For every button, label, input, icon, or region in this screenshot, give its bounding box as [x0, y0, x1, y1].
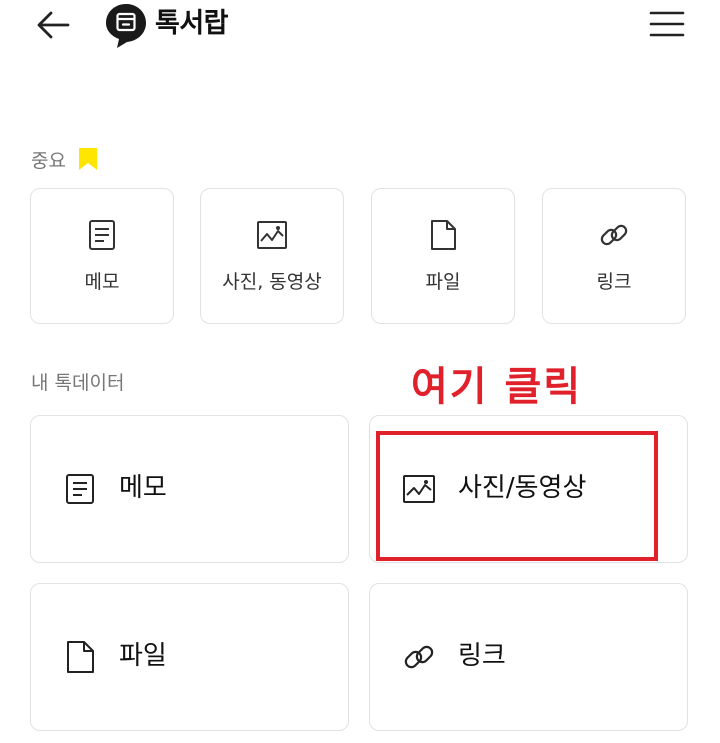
- my-data-section-label: 내 톡데이터: [31, 372, 125, 394]
- arrow-left-icon: [37, 11, 70, 39]
- annotation-highlight-box: [376, 431, 658, 561]
- card-label: 파일: [425, 271, 461, 293]
- memo-icon: [66, 474, 94, 504]
- card-label: 메모: [84, 271, 120, 293]
- important-section-label: 중요: [31, 150, 66, 172]
- important-link-card[interactable]: 링크: [542, 188, 686, 324]
- card-label: 링크: [596, 271, 632, 293]
- important-memo-card[interactable]: 메모: [30, 188, 174, 324]
- image-icon: [257, 221, 287, 249]
- important-file-card[interactable]: 파일: [371, 188, 515, 324]
- link-icon: [404, 645, 434, 669]
- back-button[interactable]: [28, 4, 78, 46]
- memo-icon: [89, 220, 115, 250]
- important-photo-video-card[interactable]: 사진, 동영상: [200, 188, 344, 324]
- card-label: 파일: [119, 641, 167, 671]
- menu-button[interactable]: [645, 4, 689, 44]
- bookmark-icon: [78, 147, 98, 171]
- file-icon: [67, 641, 94, 673]
- card-label: 메모: [119, 473, 167, 503]
- talk-drawer-logo-icon: [104, 2, 148, 48]
- card-label: 링크: [458, 641, 506, 671]
- card-label: 사진, 동영상: [222, 271, 322, 293]
- my-file-card[interactable]: 파일: [30, 583, 349, 731]
- page-title: 톡서랍: [155, 8, 229, 39]
- my-memo-card[interactable]: 메모: [30, 415, 349, 563]
- link-icon: [600, 224, 628, 246]
- hamburger-menu-icon: [649, 11, 685, 37]
- file-icon: [431, 220, 456, 250]
- my-link-card[interactable]: 링크: [369, 583, 688, 731]
- annotation-text: 여기 클릭: [411, 364, 583, 410]
